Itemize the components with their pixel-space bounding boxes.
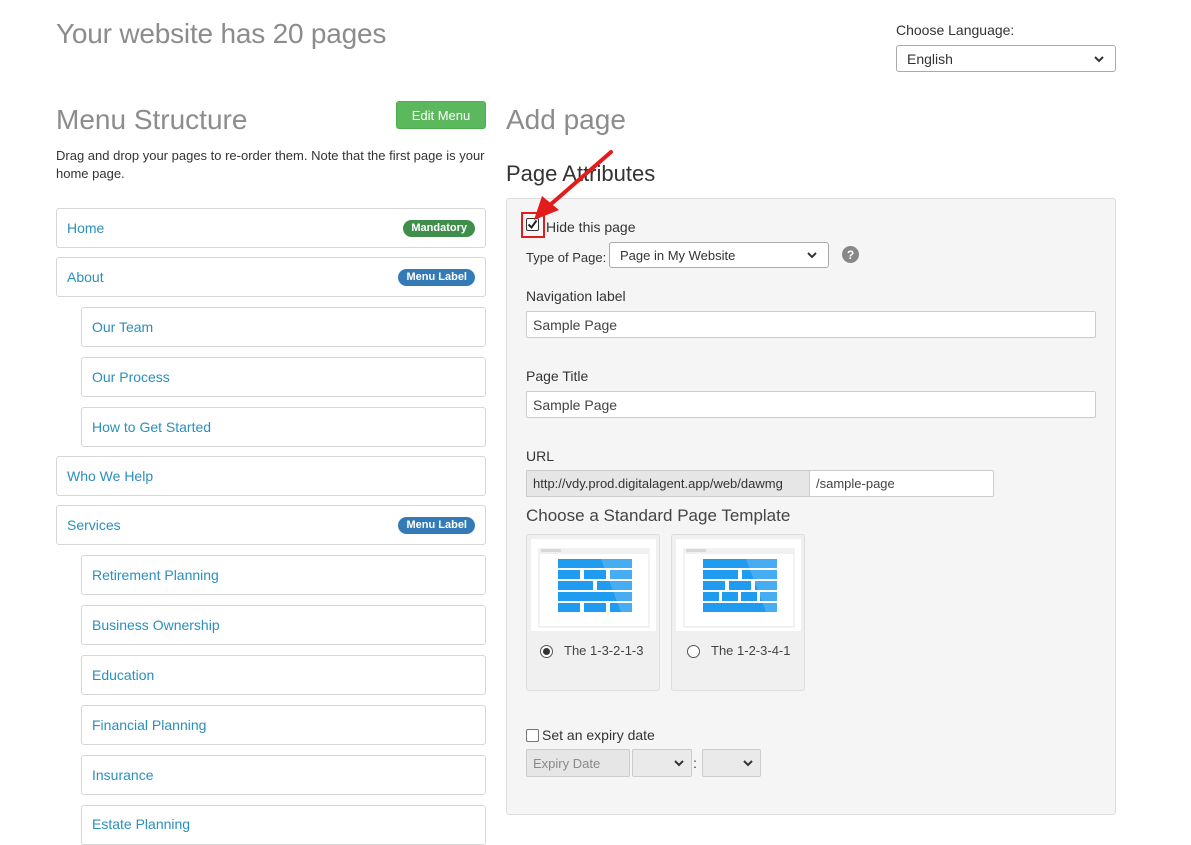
- menu-item-estate-planning[interactable]: Estate Planning: [81, 805, 486, 845]
- menu-item-services[interactable]: Services Menu Label: [56, 505, 486, 545]
- menu-item-label[interactable]: Our Process: [92, 369, 170, 385]
- edit-menu-button[interactable]: Edit Menu: [396, 101, 486, 129]
- menu-label-badge: Menu Label: [398, 268, 475, 286]
- page-title-value: Sample Page: [533, 396, 618, 413]
- navigation-label-value: Sample Page: [533, 316, 618, 333]
- menu-item-education[interactable]: Education: [81, 655, 486, 695]
- time-separator: :: [693, 755, 697, 771]
- url-prefix: http://vdy.prod.digitalagent.app/web/daw…: [526, 470, 810, 497]
- expiry-date-checkbox[interactable]: [526, 729, 539, 742]
- menu-item-label[interactable]: Who We Help: [67, 468, 153, 484]
- menu-item-insurance[interactable]: Insurance: [81, 755, 486, 795]
- menu-item-label[interactable]: Education: [92, 667, 154, 683]
- template-name: The 1-3-2-1-3: [564, 643, 644, 658]
- page-heading: Your website has 20 pages: [56, 18, 387, 49]
- expiry-date-placeholder: Expiry Date: [533, 755, 601, 771]
- menu-item-label[interactable]: Business Ownership: [92, 617, 220, 633]
- page-title-label: Page Title: [526, 368, 589, 384]
- menu-item-label[interactable]: Insurance: [92, 767, 153, 783]
- menu-description: Drag and drop your pages to re-order the…: [56, 148, 485, 181]
- template-thumbnail: [531, 539, 656, 631]
- chevron-down-icon: [807, 252, 817, 259]
- menu-item-business-ownership[interactable]: Business Ownership: [81, 605, 486, 645]
- page-title-input[interactable]: Sample Page: [526, 391, 1096, 418]
- expiry-date-input[interactable]: Expiry Date: [526, 749, 630, 777]
- chevron-down-icon: [743, 760, 753, 767]
- template-name: The 1-2-3-4-1: [711, 643, 791, 658]
- type-of-page-select[interactable]: Page in My Website: [609, 242, 829, 268]
- template-card-1[interactable]: The 1-3-2-1-3: [526, 534, 660, 691]
- menu-item-how-to-get-started[interactable]: How to Get Started: [81, 407, 486, 447]
- language-select-value: English: [907, 50, 953, 67]
- language-select[interactable]: English: [896, 45, 1116, 72]
- template-thumbnail: [676, 539, 801, 631]
- navigation-label-label: Navigation label: [526, 288, 626, 304]
- url-label: URL: [526, 448, 555, 464]
- expiry-minute-select[interactable]: [702, 749, 761, 777]
- expiry-date-label: Set an expiry date: [542, 727, 655, 743]
- menu-item-who-we-help[interactable]: Who We Help: [56, 456, 486, 496]
- type-of-page-label: Type of Page:: [526, 250, 607, 265]
- menu-item-retirement-planning[interactable]: Retirement Planning: [81, 555, 486, 595]
- menu-item-home[interactable]: Home Mandatory: [56, 208, 486, 248]
- language-label: Choose Language:: [896, 22, 1015, 38]
- add-page-title: Add page: [506, 104, 626, 135]
- menu-item-financial-planning[interactable]: Financial Planning: [81, 705, 486, 745]
- template-layout-icon: [538, 548, 650, 628]
- menu-item-about[interactable]: About Menu Label: [56, 257, 486, 297]
- menu-item-label[interactable]: About: [67, 269, 104, 285]
- menu-item-label[interactable]: Retirement Planning: [92, 567, 219, 583]
- template-card-2[interactable]: The 1-2-3-4-1: [671, 534, 805, 691]
- navigation-label-input[interactable]: Sample Page: [526, 311, 1096, 338]
- chevron-down-icon: [674, 760, 684, 767]
- type-of-page-value: Page in My Website: [620, 247, 736, 263]
- menu-item-our-process[interactable]: Our Process: [81, 357, 486, 397]
- menu-item-label[interactable]: Services: [67, 517, 121, 533]
- annotation-arrow-icon: [534, 150, 613, 220]
- expiry-hour-select[interactable]: [632, 749, 692, 777]
- menu-item-our-team[interactable]: Our Team: [81, 307, 486, 347]
- mandatory-badge: Mandatory: [403, 219, 475, 237]
- menu-item-label[interactable]: Our Team: [92, 319, 153, 335]
- menu-structure-title: Menu Structure: [56, 104, 248, 135]
- menu-item-label[interactable]: Estate Planning: [92, 816, 190, 832]
- template-layout-icon: [683, 548, 795, 628]
- url-slug-input[interactable]: /sample-page: [809, 470, 994, 497]
- template-section-title: Choose a Standard Page Template: [526, 506, 791, 525]
- menu-item-label[interactable]: Home: [67, 220, 104, 236]
- chevron-down-icon: [1094, 55, 1104, 62]
- menu-label-badge: Menu Label: [398, 516, 475, 534]
- menu-item-label[interactable]: Financial Planning: [92, 717, 206, 733]
- menu-item-label[interactable]: How to Get Started: [92, 419, 211, 435]
- url-slug-value: /sample-page: [816, 476, 895, 491]
- question-circle-icon[interactable]: ?: [842, 246, 859, 263]
